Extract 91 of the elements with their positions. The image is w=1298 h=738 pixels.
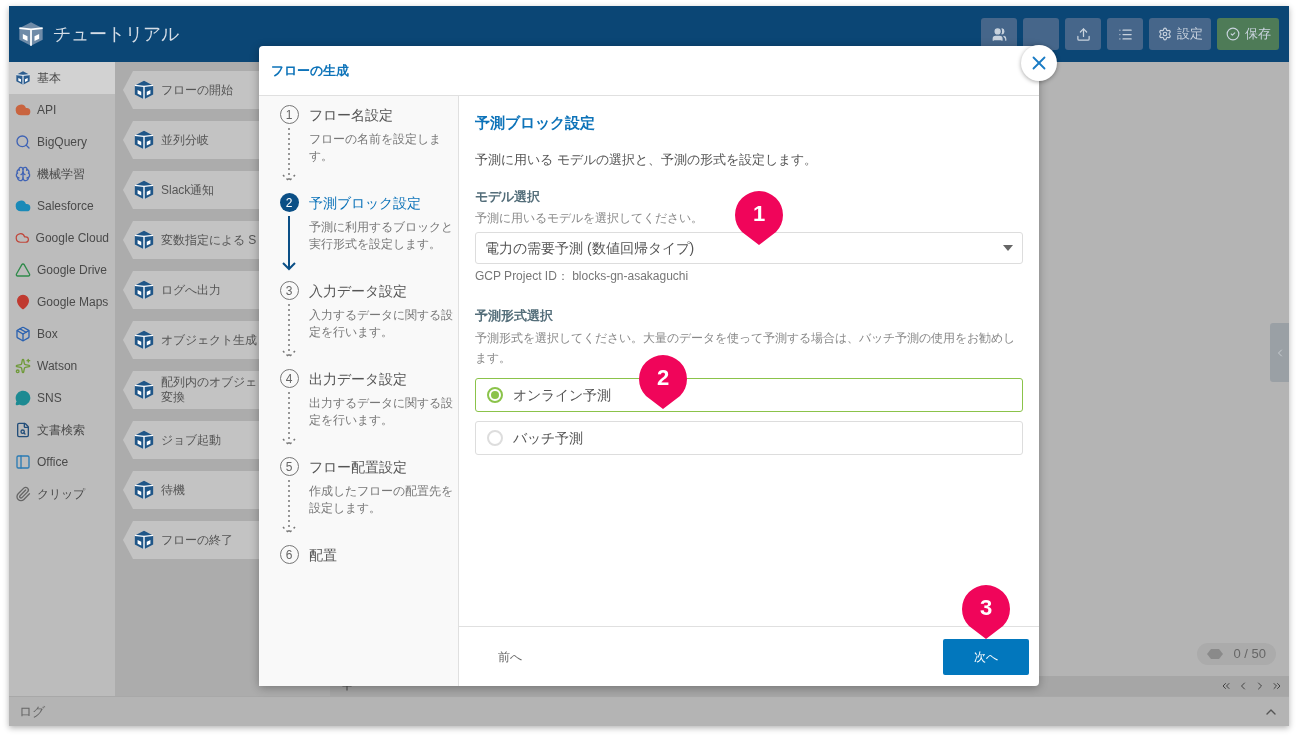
cloud-icon bbox=[15, 102, 31, 118]
field-hint: 予測に用いるモデルを選択してください。 bbox=[475, 210, 703, 227]
block-item[interactable]: Slack通知 bbox=[123, 171, 259, 209]
cube-icon bbox=[133, 229, 155, 251]
paperclip-icon bbox=[15, 486, 31, 502]
toolbar-button[interactable] bbox=[1065, 18, 1101, 50]
sparkle-icon bbox=[15, 358, 31, 374]
block-label: 配列内のオブジェ変換 bbox=[161, 375, 258, 405]
block-label: 待機 bbox=[161, 482, 186, 498]
block-item[interactable]: ログへ出力 bbox=[123, 271, 259, 309]
step-title[interactable]: フロー名設定 bbox=[309, 105, 456, 125]
block-item[interactable]: 変数指定による S bbox=[123, 221, 259, 259]
cube-icon bbox=[133, 279, 155, 301]
block-label: 変数指定による S bbox=[161, 232, 258, 248]
block-item[interactable]: 並列分岐 bbox=[123, 121, 259, 159]
arrow-connector bbox=[282, 214, 296, 272]
panel-icon bbox=[15, 454, 31, 470]
settings-icon bbox=[1157, 27, 1172, 41]
file-search-icon bbox=[15, 422, 31, 438]
caret-icon bbox=[1003, 245, 1013, 251]
section-description: 予測に用いる モデルの選択と、予測の形式を設定します。 bbox=[475, 151, 818, 169]
block-label: 並列分岐 bbox=[161, 132, 210, 148]
brain-icon bbox=[15, 166, 31, 182]
step-description: 入力するデータに関する設定を行います。 bbox=[309, 307, 454, 341]
callout-marker: 2 bbox=[639, 355, 687, 409]
model-select[interactable]: 電力の需要予測 (数値回帰タイプ) bbox=[475, 232, 1023, 264]
step-title[interactable]: 入力データ設定 bbox=[309, 281, 456, 301]
field-label: 予測形式選択 bbox=[475, 307, 554, 325]
upload-icon bbox=[1075, 26, 1091, 42]
block-label: ログへ出力 bbox=[161, 282, 222, 298]
step-description: フローの名前を設定します。 bbox=[309, 131, 442, 165]
cloud-icon bbox=[15, 230, 30, 246]
cube-icon bbox=[133, 179, 155, 201]
cube-icon bbox=[133, 329, 155, 351]
cube-icon bbox=[133, 479, 155, 501]
cube-icon bbox=[133, 529, 155, 551]
cube-icon bbox=[133, 79, 155, 101]
search-icon bbox=[15, 134, 31, 150]
block-label: オブジェクト生成 bbox=[161, 332, 258, 348]
people-icon bbox=[991, 26, 1007, 42]
list-icon bbox=[1117, 26, 1133, 42]
first-page-icon[interactable] bbox=[1220, 680, 1232, 692]
block-item[interactable]: フローの終了 bbox=[123, 521, 259, 559]
app-title: チュートリアル bbox=[53, 22, 179, 46]
cube-icon bbox=[133, 429, 155, 451]
block-label: ジョブ起動 bbox=[161, 432, 222, 448]
settings-button[interactable]: 設定 bbox=[1149, 18, 1211, 50]
block-label: Slack通知 bbox=[161, 182, 216, 198]
cube-icon bbox=[15, 70, 31, 86]
cube-icon bbox=[133, 129, 155, 151]
block-label: フローの終了 bbox=[161, 532, 234, 548]
check-circle-icon bbox=[1225, 27, 1240, 41]
log-title: ログ bbox=[19, 702, 45, 721]
step-number: 2 bbox=[279, 193, 299, 212]
step-title[interactable]: 配置 bbox=[309, 545, 456, 565]
counter-pill: 0 / 50 bbox=[1197, 643, 1276, 665]
radio-button[interactable] bbox=[487, 430, 503, 446]
map-pin-icon bbox=[15, 294, 31, 310]
block-item[interactable]: フローの開始 bbox=[123, 71, 259, 109]
project-id: GCP Project ID： blocks-gn-asakaguchi bbox=[475, 268, 690, 285]
sidebar-item[interactable]: 基本 bbox=[9, 62, 115, 94]
step-description: 出力するデータに関する設定を行います。 bbox=[309, 395, 454, 429]
step-description: 予測に利用するブロックと実行形式を設定します。 bbox=[309, 219, 454, 253]
callout-marker: 1 bbox=[735, 191, 783, 245]
toolbar-button[interactable] bbox=[1107, 18, 1143, 50]
radio-option[interactable]: バッチ予測 bbox=[475, 421, 1023, 455]
chat-bubble-icon bbox=[15, 390, 31, 406]
block-item[interactable]: 配列内のオブジェ変換 bbox=[123, 371, 259, 409]
step-description: 作成したフローの配置先を設定します。 bbox=[309, 483, 454, 517]
section-title: 予測ブロック設定 bbox=[475, 113, 596, 133]
block-item[interactable]: オブジェクト生成 bbox=[123, 321, 259, 359]
step-title[interactable]: フロー配置設定 bbox=[309, 457, 456, 477]
next-button[interactable]: 次へ bbox=[943, 638, 1029, 675]
cloud-icon bbox=[15, 198, 31, 214]
step-title[interactable]: 予測ブロック設定 bbox=[309, 193, 456, 213]
radio-button[interactable] bbox=[487, 387, 503, 403]
block-shape-icon bbox=[1207, 649, 1224, 659]
cube-icon bbox=[17, 20, 45, 48]
callout-marker: 3 bbox=[962, 585, 1010, 639]
block-item[interactable]: ジョブ起動 bbox=[123, 421, 259, 459]
step-title[interactable]: 出力データ設定 bbox=[309, 369, 456, 389]
block-label: フローの開始 bbox=[161, 82, 234, 98]
back-button[interactable]: 前へ bbox=[483, 638, 537, 675]
triangle-icon bbox=[15, 262, 31, 278]
field-label: モデル選択 bbox=[475, 188, 541, 206]
save-button[interactable]: 保存 bbox=[1217, 18, 1279, 50]
last-page-icon[interactable] bbox=[1271, 680, 1283, 692]
package-icon bbox=[15, 326, 31, 342]
block-item[interactable]: 待機 bbox=[123, 471, 259, 509]
cube-icon bbox=[133, 379, 155, 401]
modal-title: フローの生成 bbox=[271, 61, 349, 80]
